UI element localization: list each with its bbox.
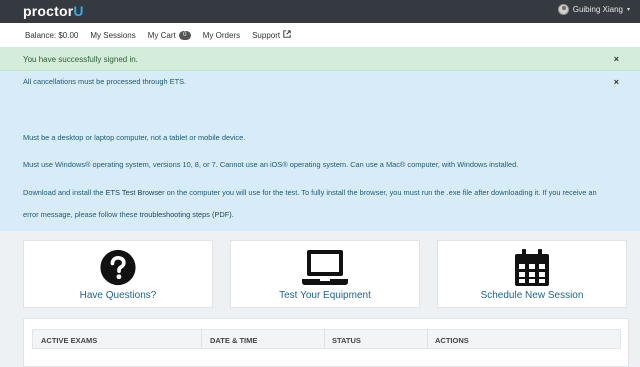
close-icon[interactable]: × <box>614 77 619 87</box>
test-equipment-label: Test Your Equipment <box>279 290 371 301</box>
calendar-icon <box>514 249 550 292</box>
requirement-troubleshooting: error message, please follow these troub… <box>23 210 234 219</box>
column-divider <box>201 330 202 348</box>
top-bar: proctorU Guibing Xiang ▾ <box>0 0 640 23</box>
cart-count-badge: 0 <box>178 30 191 40</box>
requirement-device: Must be a desktop or laptop computer, no… <box>23 133 246 142</box>
schedule-session-label: Schedule New Session <box>480 290 584 301</box>
chevron-down-icon: ▾ <box>626 7 630 13</box>
active-exams-panel: ACTIVE EXAMS DATE & TIME STATUS ACTIONS <box>23 318 629 367</box>
th-actions: ACTIONS <box>435 336 469 345</box>
nav-my-cart-label: My Cart <box>147 30 176 40</box>
nav-my-cart[interactable]: My Cart 0 <box>147 30 191 40</box>
external-link-icon <box>283 30 291 40</box>
requirement-browser: Download and install the ETS Test Browse… <box>23 188 597 197</box>
nav-support[interactable]: Support <box>252 30 291 40</box>
ets-test-browser-link[interactable]: ETS Test Browser <box>106 188 165 197</box>
info-title: All cancellations must be processed thro… <box>23 77 187 86</box>
logo[interactable]: proctorU <box>23 3 84 19</box>
have-questions-card[interactable]: Have Questions? <box>23 240 213 308</box>
nav-my-orders[interactable]: My Orders <box>203 31 240 40</box>
nav-support-label: Support <box>252 30 281 40</box>
user-menu[interactable]: Guibing Xiang ▾ <box>557 4 630 15</box>
success-alert: You have successfully signed in. × <box>0 47 640 71</box>
question-circle-icon <box>100 249 137 291</box>
laptop-icon <box>301 249 349 292</box>
column-divider <box>324 330 325 348</box>
th-status: STATUS <box>332 336 361 345</box>
avatar <box>557 4 569 15</box>
table-header: ACTIVE EXAMS DATE & TIME STATUS ACTIONS <box>32 329 621 349</box>
troubleshooting-link[interactable]: troubleshooting steps (PDF) <box>140 210 232 219</box>
requirement-os: Must use Windows® operating system, vers… <box>23 160 519 169</box>
th-date-time: DATE & TIME <box>210 336 258 345</box>
th-active-exams: ACTIVE EXAMS <box>41 336 98 345</box>
close-icon[interactable]: × <box>614 54 619 64</box>
success-message: You have successfully signed in. <box>23 55 138 64</box>
test-equipment-card[interactable]: Test Your Equipment <box>230 240 420 308</box>
balance: Balance: $0.00 <box>25 30 79 40</box>
column-divider <box>427 330 428 348</box>
schedule-session-card[interactable]: Schedule New Session <box>437 240 627 308</box>
nav-bar: Balance: $0.00 My Sessions My Cart 0 My … <box>0 23 640 47</box>
have-questions-label: Have Questions? <box>79 290 157 301</box>
nav-my-sessions[interactable]: My Sessions <box>90 31 135 40</box>
user-name: Guibing Xiang <box>572 5 623 14</box>
info-alert: All cancellations must be processed thro… <box>0 71 640 231</box>
